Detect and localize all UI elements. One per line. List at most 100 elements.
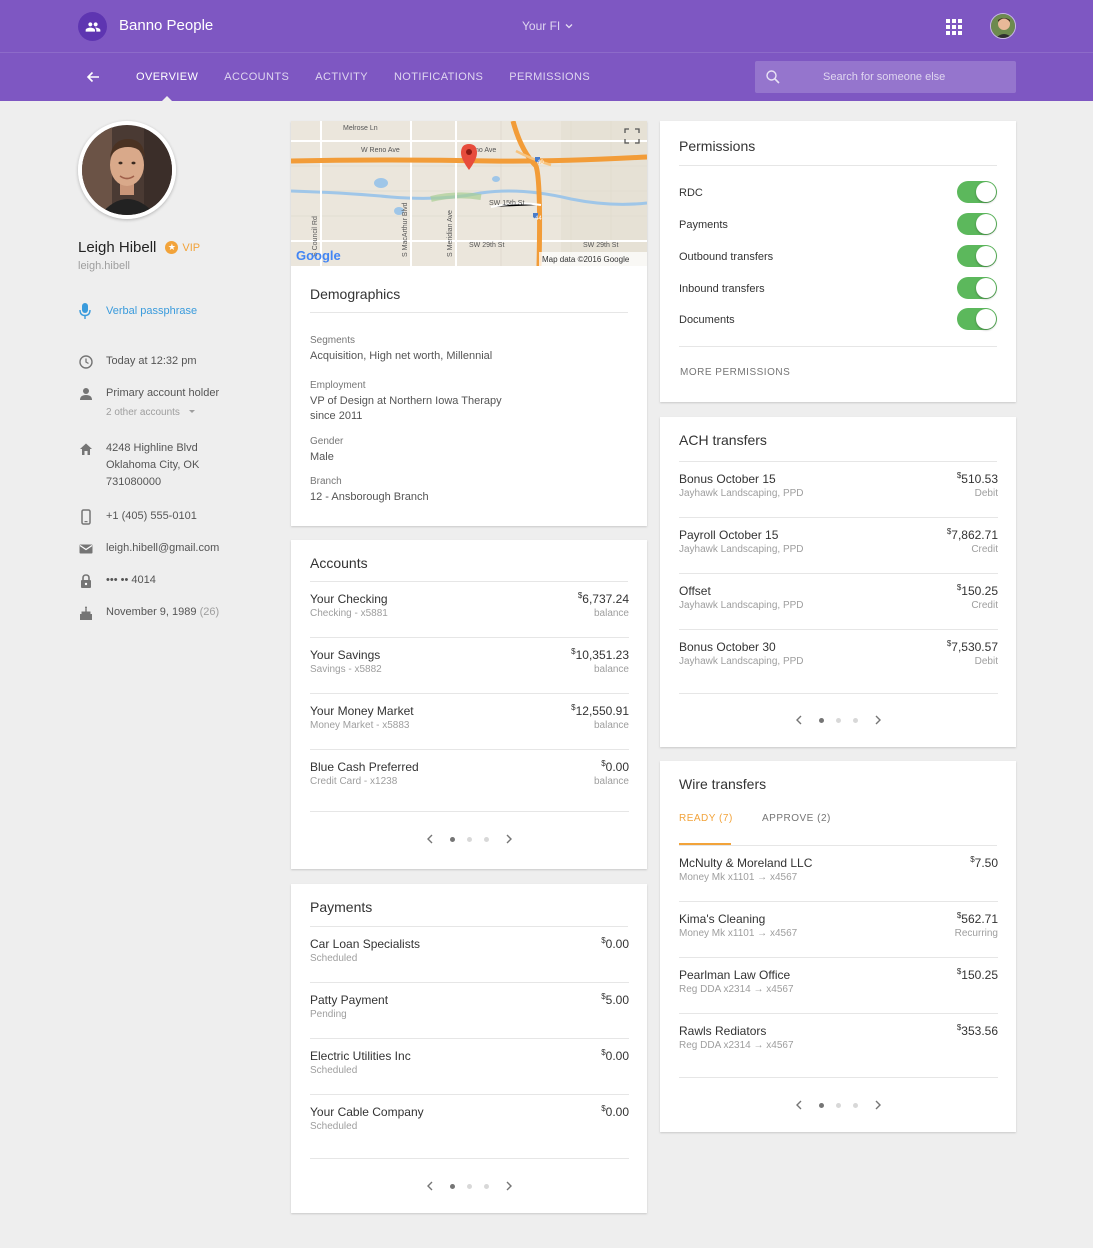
- chevron-right-icon[interactable]: [872, 714, 884, 726]
- chevron-left-icon[interactable]: [793, 714, 805, 726]
- tab-overview[interactable]: OVERVIEW: [136, 53, 198, 101]
- currency-symbol: $: [601, 759, 606, 768]
- ach-pager: [793, 714, 884, 726]
- ach-name: Payroll October 15: [679, 528, 779, 542]
- mobile-phone-icon: [81, 509, 91, 525]
- toggle-knob: [976, 246, 996, 266]
- currency-symbol: $: [956, 967, 962, 976]
- chevron-right-icon[interactable]: [503, 833, 515, 845]
- pager-dot[interactable]: [467, 1183, 472, 1189]
- user-avatar[interactable]: [990, 13, 1016, 39]
- email-address[interactable]: leigh.hibell@gmail.com: [106, 540, 219, 557]
- chevron-right-icon[interactable]: [503, 1180, 515, 1192]
- map-label-reno-east: no Ave: [475, 147, 496, 154]
- permission-toggle-rdc[interactable]: [957, 181, 997, 203]
- other-accounts-dropdown[interactable]: 2 other accounts: [106, 404, 219, 421]
- location-map[interactable]: 40 44 Melrose Ln W Reno Ave no Ave SW 15…: [291, 121, 647, 266]
- divider: [679, 346, 997, 347]
- tab-accounts[interactable]: ACCOUNTS: [224, 53, 289, 101]
- tab-wire-approve[interactable]: APPROVE (2): [762, 813, 831, 824]
- chevron-left-icon[interactable]: [793, 1099, 805, 1111]
- ach-sub: Jayhawk Landscaping, PPD: [679, 488, 804, 499]
- ach-row[interactable]: Offset Jayhawk Landscaping, PPD $150.25 …: [679, 574, 998, 630]
- wire-row[interactable]: Rawls Rediators Reg DDA x2314 → x4567 $3…: [679, 1014, 998, 1078]
- tab-permissions[interactable]: PERMISSIONS: [509, 53, 590, 101]
- gender-value: Male: [310, 451, 334, 463]
- permission-toggle-outbound[interactable]: [957, 245, 997, 267]
- pager-dot[interactable]: [836, 717, 841, 723]
- chevron-left-icon[interactable]: [424, 833, 436, 845]
- ach-row[interactable]: Payroll October 15 Jayhawk Landscaping, …: [679, 518, 998, 574]
- search-box: [755, 61, 1016, 93]
- fi-selector[interactable]: Your FI: [522, 19, 574, 33]
- app-title: Banno People: [119, 17, 214, 34]
- account-note: balance: [593, 776, 629, 787]
- more-permissions-button[interactable]: MORE PERMISSIONS: [680, 367, 790, 378]
- other-accounts-label: 2 other accounts: [106, 407, 180, 418]
- pager-dot[interactable]: [450, 1183, 455, 1189]
- address-line3: 731080000: [106, 476, 162, 488]
- tab-notifications[interactable]: NOTIFICATIONS: [394, 53, 483, 101]
- payment-row[interactable]: Electric Utilities Inc Scheduled $0.00: [310, 1039, 629, 1095]
- permission-row-outbound: Outbound transfers: [679, 245, 997, 269]
- map-label-29th-east: SW 29th St: [583, 242, 618, 249]
- ach-amount: $7,530.57: [947, 639, 998, 654]
- payment-amount: $0.00: [601, 1048, 629, 1063]
- permission-toggle-documents[interactable]: [957, 308, 997, 330]
- wire-amount-value: 150.25: [961, 968, 998, 982]
- pager-dot[interactable]: [853, 1102, 858, 1108]
- payment-row[interactable]: Patty Payment Pending $5.00: [310, 983, 629, 1039]
- pager-dot[interactable]: [836, 1102, 841, 1108]
- chevron-right-icon[interactable]: [872, 1099, 884, 1111]
- people-icon[interactable]: [78, 12, 107, 41]
- wire-row[interactable]: McNulty & Moreland LLC Money Mk x1101 → …: [679, 846, 998, 902]
- permission-toggle-payments[interactable]: [957, 213, 997, 235]
- payment-row[interactable]: Your Cable Company Scheduled $0.00: [310, 1095, 629, 1159]
- verbal-passphrase-link[interactable]: Verbal passphrase: [78, 302, 197, 320]
- wire-amount-value: 7.50: [974, 856, 998, 870]
- ach-row[interactable]: Bonus October 15 Jayhawk Landscaping, PP…: [679, 462, 998, 518]
- wire-route: Reg DDA x2314 → x4567: [679, 1040, 794, 1051]
- account-row[interactable]: Your Savings Savings - x5882 $10,351.23 …: [310, 638, 629, 694]
- account-sub: Money Market - x5883: [310, 720, 410, 731]
- back-arrow-icon[interactable]: [83, 67, 103, 87]
- pager-dot[interactable]: [484, 1183, 489, 1189]
- map-label-macarthur: S MacArthur Blvd: [402, 202, 409, 257]
- tab-activity[interactable]: ACTIVITY: [315, 53, 368, 101]
- tab-wire-ready[interactable]: READY (7): [679, 813, 733, 824]
- map-label-29th-west: SW 29th St: [469, 242, 504, 249]
- pager-dot[interactable]: [853, 717, 858, 723]
- account-row[interactable]: Blue Cash Preferred Credit Card - x1238 …: [310, 750, 629, 812]
- account-amount-value: 6,737.24: [582, 592, 629, 606]
- wire-amount-value: 353.56: [961, 1024, 998, 1038]
- account-row[interactable]: Your Money Market Money Market - x5883 $…: [310, 694, 629, 750]
- wire-route: Money Mk x1101 → x4567: [679, 872, 798, 883]
- chevron-down-icon: [565, 24, 573, 29]
- search-input[interactable]: [823, 61, 1008, 93]
- card-row: ••• •• 4014: [78, 572, 156, 589]
- account-amount-value: 0.00: [605, 760, 629, 774]
- account-row[interactable]: Your Checking Checking - x5881 $6,737.24…: [310, 582, 629, 638]
- accounts-pager: [424, 833, 515, 845]
- payment-amount-value: 5.00: [605, 993, 629, 1007]
- payment-name: Car Loan Specialists: [310, 937, 421, 951]
- employment-label: Employment: [310, 380, 366, 391]
- currency-symbol: $: [601, 936, 606, 945]
- payment-row[interactable]: Car Loan Specialists Scheduled $0.00: [310, 927, 629, 983]
- wire-row[interactable]: Kima's Cleaning Money Mk x1101 → x4567 $…: [679, 902, 998, 958]
- phone-number[interactable]: +1 (405) 555-0101: [106, 508, 197, 525]
- pager-dot[interactable]: [450, 836, 455, 842]
- wire-row[interactable]: Pearlman Law Office Reg DDA x2314 → x456…: [679, 958, 998, 1014]
- chevron-left-icon[interactable]: [424, 1180, 436, 1192]
- pager-dot[interactable]: [819, 717, 824, 723]
- permission-toggle-inbound[interactable]: [957, 277, 997, 299]
- currency-symbol: $: [601, 1048, 606, 1057]
- pager-dot[interactable]: [484, 836, 489, 842]
- segments-value: Acquisition, High net worth, Millennial: [310, 350, 493, 362]
- ach-row[interactable]: Bonus October 30 Jayhawk Landscaping, PP…: [679, 630, 998, 694]
- pager-dot[interactable]: [467, 836, 472, 842]
- toggle-knob: [976, 309, 996, 329]
- branch-value: 12 - Ansborough Branch: [310, 491, 429, 503]
- pager-dot[interactable]: [819, 1102, 824, 1108]
- apps-grid-icon[interactable]: [946, 19, 962, 35]
